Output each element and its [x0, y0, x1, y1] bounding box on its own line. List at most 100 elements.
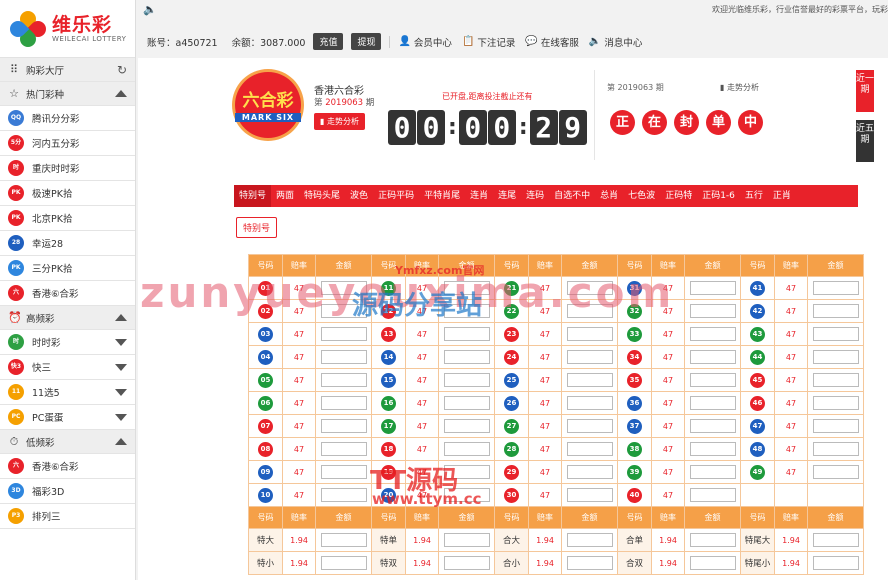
play-tab[interactable]: 连肖 — [465, 185, 493, 207]
amount-input[interactable] — [689, 442, 736, 456]
amount-input[interactable] — [443, 350, 490, 364]
message-center-link[interactable]: 🔈 消息中心 — [589, 35, 642, 49]
amount-input[interactable] — [812, 396, 859, 410]
chevron-down-icon[interactable] — [115, 363, 127, 371]
amount-input[interactable] — [689, 419, 736, 433]
sidebar-item[interactable]: 28 幸运28 — [0, 231, 135, 256]
sidebar-item[interactable]: PK 北京PK拾 — [0, 206, 135, 231]
amount-input[interactable] — [566, 465, 613, 479]
deposit-button[interactable]: 充值 — [313, 33, 344, 50]
amount-input[interactable] — [566, 419, 613, 433]
play-tab[interactable]: 五行 — [740, 185, 768, 207]
play-tab[interactable]: 正肖 — [768, 185, 796, 207]
tab-last-one[interactable]: 近一期 — [856, 70, 874, 112]
amount-input[interactable] — [689, 465, 736, 479]
amount-input[interactable] — [443, 488, 490, 502]
sidebar-group-header[interactable]: ⏰ 高频彩 — [0, 306, 135, 330]
amount-input[interactable] — [689, 396, 736, 410]
amount-input[interactable] — [689, 488, 736, 502]
amount-input[interactable] — [320, 533, 367, 547]
sidebar-group-header[interactable]: ⏱ 低频彩 — [0, 430, 135, 454]
play-tab[interactable]: 特码头尾 — [299, 185, 345, 207]
amount-input[interactable] — [689, 350, 736, 364]
play-tab[interactable]: 平特肖尾 — [419, 185, 465, 207]
amount-input[interactable] — [320, 373, 367, 387]
previous-trend-link[interactable]: ▮ 走势分析 — [720, 82, 759, 93]
chevron-down-icon[interactable] — [115, 388, 127, 396]
amount-input[interactable] — [320, 396, 367, 410]
sidebar-item[interactable]: PC PC蛋蛋 — [0, 405, 135, 430]
sidebar-item[interactable]: P3 排列三 — [0, 504, 135, 529]
amount-input[interactable] — [812, 556, 859, 570]
chevron-up-icon[interactable] — [115, 90, 127, 97]
amount-input[interactable] — [689, 327, 736, 341]
sidebar-item[interactable]: 六香港⑥合彩 — [0, 281, 135, 306]
amount-input[interactable] — [320, 304, 367, 318]
amount-input[interactable] — [812, 533, 859, 547]
chevron-down-icon[interactable] — [115, 413, 127, 421]
amount-input[interactable] — [320, 442, 367, 456]
withdraw-button[interactable]: 提现 — [351, 33, 382, 50]
amount-input[interactable] — [566, 442, 613, 456]
amount-input[interactable] — [320, 281, 367, 295]
brand-logo[interactable]: 维乐彩 WEILECAI LOTTERY — [0, 0, 135, 58]
sidebar-item[interactable]: PK 三分PK拾 — [0, 256, 135, 281]
play-tab[interactable]: 自选不中 — [549, 185, 595, 207]
amount-input[interactable] — [443, 556, 490, 570]
amount-input[interactable] — [689, 556, 736, 570]
tab-last-five[interactable]: 近五期 — [856, 120, 874, 162]
amount-input[interactable] — [443, 327, 490, 341]
amount-input[interactable] — [689, 373, 736, 387]
bet-records-link[interactable]: 📋 下注记录 — [462, 35, 515, 49]
amount-input[interactable] — [443, 419, 490, 433]
amount-input[interactable] — [812, 281, 859, 295]
amount-input[interactable] — [566, 304, 613, 318]
play-tab[interactable]: 正码平码 — [373, 185, 419, 207]
amount-input[interactable] — [443, 373, 490, 387]
amount-input[interactable] — [812, 419, 859, 433]
chevron-down-icon[interactable] — [115, 338, 127, 346]
amount-input[interactable] — [566, 350, 613, 364]
amount-input[interactable] — [320, 327, 367, 341]
amount-input[interactable] — [566, 327, 613, 341]
amount-input[interactable] — [443, 465, 490, 479]
amount-input[interactable] — [812, 465, 859, 479]
amount-input[interactable] — [566, 488, 613, 502]
amount-input[interactable] — [812, 373, 859, 387]
amount-input[interactable] — [320, 350, 367, 364]
sidebar-item[interactable]: PK 极速PK拾 — [0, 181, 135, 206]
sidebar-item[interactable]: 11 11选5 — [0, 380, 135, 405]
sidebar-item[interactable]: 时重庆时时彩 — [0, 156, 135, 181]
play-tab[interactable]: 特别号 — [234, 185, 272, 207]
amount-input[interactable] — [812, 442, 859, 456]
amount-input[interactable] — [566, 533, 613, 547]
play-tab[interactable]: 正码1-6 — [697, 185, 740, 207]
amount-input[interactable] — [320, 465, 367, 479]
amount-input[interactable] — [812, 304, 859, 318]
member-center-link[interactable]: 👤 会员中心 — [398, 35, 451, 49]
sub-tab-special[interactable]: 特别号 — [236, 217, 278, 238]
sidebar-item[interactable]: 5分 河内五分彩 — [0, 131, 135, 156]
amount-input[interactable] — [320, 488, 367, 502]
amount-input[interactable] — [320, 556, 367, 570]
amount-input[interactable] — [812, 327, 859, 341]
amount-input[interactable] — [320, 419, 367, 433]
amount-input[interactable] — [689, 304, 736, 318]
play-tab[interactable]: 七色波 — [623, 185, 660, 207]
sidebar-item[interactable]: 3D 福彩3D — [0, 479, 135, 504]
amount-input[interactable] — [566, 556, 613, 570]
online-service-link[interactable]: 💬 在线客服 — [525, 35, 578, 49]
sidebar-item[interactable]: 时时时彩 — [0, 330, 135, 355]
sidebar-group-header[interactable]: ☆ 热门彩种 — [0, 82, 135, 106]
sidebar-item[interactable]: QQ 腾讯分分彩 — [0, 106, 135, 131]
refresh-icon[interactable]: ↻ — [117, 63, 127, 77]
amount-input[interactable] — [443, 304, 490, 318]
sidebar-item[interactable]: 六香港⑥合彩 — [0, 454, 135, 479]
play-tab[interactable]: 正码特 — [660, 185, 697, 207]
chevron-up-icon[interactable] — [115, 438, 127, 445]
play-tab[interactable]: 连尾 — [493, 185, 521, 207]
amount-input[interactable] — [443, 533, 490, 547]
sidebar-item[interactable]: 快3 快三 — [0, 355, 135, 380]
amount-input[interactable] — [812, 350, 859, 364]
amount-input[interactable] — [443, 396, 490, 410]
